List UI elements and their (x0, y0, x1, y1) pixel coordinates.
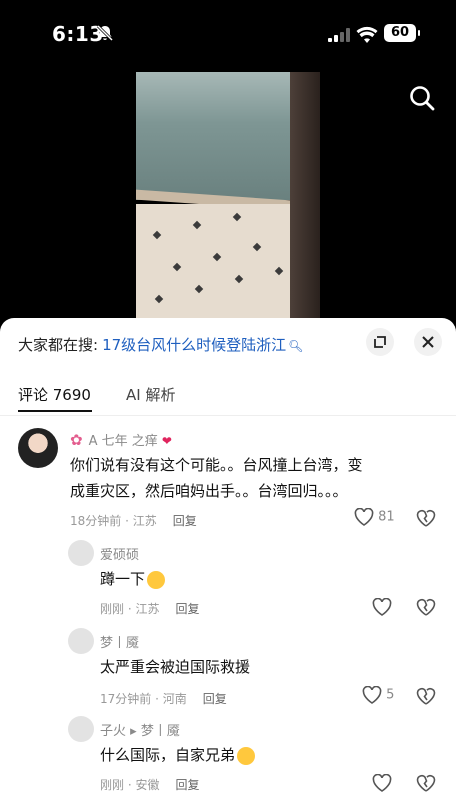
reply-item: 梦丨魇 太严重会被迫国际救援 17分钟前 · 河南 回复 5 (0, 628, 456, 712)
video-player[interactable] (136, 72, 320, 320)
reply-meta: 刚刚 · 安徽 回复 (100, 778, 200, 792)
reply-button[interactable]: 回复 (175, 602, 199, 616)
dislike-icon[interactable] (416, 508, 436, 528)
close-icon (422, 336, 434, 348)
reply-text: 蹲一下 (100, 566, 166, 592)
flower-icon: ✿ (70, 431, 83, 449)
comment-text: 你们说有没有这个可能。。台风撞上台湾，变成重灾区，然后咱妈出手。。台湾回归。。。 (70, 456, 363, 500)
expand-icon (374, 336, 386, 348)
suggestion-query[interactable]: 17级台风什么时候登陆浙江 (102, 336, 286, 354)
thinking-face-emoji (237, 746, 256, 765)
like-count: 5 (386, 687, 395, 703)
reply-username[interactable]: 子火 ▸ 梦丨魇 (100, 720, 180, 739)
heart-icon[interactable] (372, 774, 392, 792)
search-icon[interactable] (408, 84, 436, 112)
reply-username[interactable]: 爱硕硕 (100, 544, 139, 563)
heart-icon[interactable] (372, 598, 392, 616)
search-suggestion[interactable]: 大家都在搜: 17级台风什么时候登陆浙江 🔍︎ (18, 334, 303, 355)
like-count: 81 (378, 509, 395, 525)
flushed-face-emoji (147, 570, 166, 589)
heart-lips-icon: ❤ (161, 434, 172, 448)
wifi-icon (356, 26, 378, 43)
dislike-icon[interactable] (416, 597, 436, 617)
battery-indicator: 60 (384, 24, 420, 42)
heart-icon (362, 685, 382, 704)
reply-button[interactable]: 回复 (175, 778, 199, 792)
comment-username[interactable]: ✿ A 七年 之痒 ❤ (70, 430, 172, 449)
close-button[interactable] (414, 328, 442, 356)
like-button[interactable]: 5 (362, 685, 395, 704)
reply-meta: 17分钟前 · 河南 回复 (100, 692, 227, 706)
reply-meta: 刚刚 · 江苏 回复 (100, 602, 200, 616)
like-button[interactable]: 81 (354, 507, 395, 526)
expand-button[interactable] (366, 328, 394, 356)
comment-item: ✿ A 七年 之痒 ❤ 你们说有没有这个可能。。台风撞上台湾，变成重灾区，然后咱妈… (0, 428, 456, 532)
bell-muted-icon (96, 24, 114, 42)
avatar[interactable] (68, 628, 94, 654)
reply-text: 太严重会被迫国际救援 (100, 658, 251, 676)
reply-button[interactable]: 回复 (203, 692, 227, 706)
search-arrow-icon: 🔍︎ (288, 339, 304, 353)
tab-comments[interactable]: 评论 7690 (18, 384, 91, 405)
reply-arrow-icon: ▸ (130, 724, 137, 739)
suggestion-label: 大家都在搜: (18, 336, 99, 354)
dislike-icon[interactable] (416, 686, 436, 706)
dislike-icon[interactable] (416, 773, 436, 793)
reply-username[interactable]: 梦丨魇 (100, 632, 139, 651)
divider (0, 415, 456, 416)
reply-item: 子火 ▸ 梦丨魇 什么国际，自家兄弟 刚刚 · 安徽 回复 (0, 716, 456, 800)
avatar[interactable] (68, 540, 94, 566)
reply-button[interactable]: 回复 (173, 514, 197, 528)
comment-meta: 18分钟前 · 江苏 回复 (70, 514, 197, 528)
reply-item: 爱硕硕 蹲一下 刚刚 · 江苏 回复 (0, 540, 456, 624)
status-bar: 6:13 60 (0, 0, 456, 72)
tab-ai-analysis[interactable]: AI 解析 (126, 384, 175, 405)
active-tab-indicator (18, 410, 92, 412)
comment-sheet: 大家都在搜: 17级台风什么时候登陆浙江 🔍︎ 评论 7690 AI 解析 ✿ A 七… (0, 318, 456, 800)
avatar[interactable] (18, 428, 58, 468)
signal-icon (328, 28, 350, 42)
reply-text: 什么国际，自家兄弟 (100, 742, 256, 768)
heart-icon (354, 507, 374, 526)
avatar[interactable] (68, 716, 94, 742)
